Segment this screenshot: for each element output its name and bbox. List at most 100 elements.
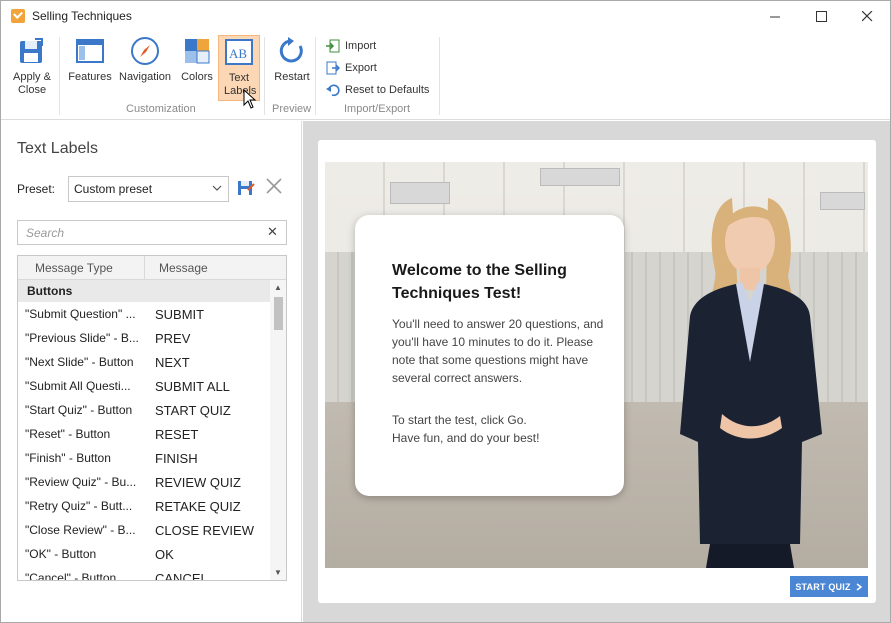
labels-grid: Message Type Message Buttons "Submit Que… xyxy=(17,255,287,581)
welcome-line-2: Have fun, and do your best! xyxy=(392,431,540,445)
ribbon-separator xyxy=(264,37,265,115)
scroll-down-icon[interactable]: ▼ xyxy=(274,568,282,577)
preview-area: Welcome to the Selling Techniques Test! … xyxy=(303,121,890,622)
group-label-import-export: Import/Export xyxy=(344,103,411,115)
clear-search-icon[interactable]: ✕ xyxy=(267,224,278,240)
start-quiz-button[interactable]: START QUIZ xyxy=(790,576,868,597)
message-cell[interactable]: OK xyxy=(153,547,174,562)
restart-button[interactable]: Restart xyxy=(270,35,314,101)
export-icon xyxy=(326,61,340,75)
table-row[interactable]: "OK" - Button OK xyxy=(18,542,270,566)
import-label: Import xyxy=(345,40,377,52)
colors-label: Colors xyxy=(181,71,213,83)
message-cell[interactable]: RETAKE QUIZ xyxy=(153,499,241,514)
scroll-thumb[interactable] xyxy=(274,297,283,330)
delete-icon xyxy=(266,178,282,194)
title-bar: Selling Techniques xyxy=(1,1,890,31)
group-label-customization: Customization xyxy=(126,103,196,115)
color-palette-icon xyxy=(181,35,213,67)
preset-dropdown[interactable]: Custom preset xyxy=(68,176,229,202)
table-row[interactable]: "Submit All Questi... SUBMIT ALL xyxy=(18,374,270,398)
message-type-cell: "Start Quiz" - Button xyxy=(25,403,133,417)
presenter-person xyxy=(680,198,822,568)
grid-scrollbar[interactable]: ▲ ▼ xyxy=(270,280,286,580)
apply-close-button[interactable]: Apply & Close xyxy=(7,35,57,101)
window-controls xyxy=(752,1,890,31)
apply-close-label: Apply & Close xyxy=(13,71,51,96)
minimize-button[interactable] xyxy=(752,1,798,31)
reset-defaults-label: Reset to Defaults xyxy=(345,84,430,96)
table-row[interactable]: "Review Quiz" - Bu... REVIEW QUIZ xyxy=(18,470,270,494)
column-header-message[interactable]: Message xyxy=(145,256,208,279)
message-type-cell: "Next Slide" - Button xyxy=(25,355,134,369)
save-preset-button[interactable] xyxy=(237,179,255,197)
message-type-cell: "OK" - Button xyxy=(25,547,97,561)
features-button[interactable]: Features xyxy=(65,35,115,101)
table-row[interactable]: "Next Slide" - Button NEXT xyxy=(18,350,270,374)
import-button[interactable]: Import xyxy=(326,36,376,56)
navigation-label: Navigation xyxy=(119,71,171,83)
table-row[interactable]: "Retry Quiz" - Butt... RETAKE QUIZ xyxy=(18,494,270,518)
table-row[interactable]: "Close Review" - B... CLOSE REVIEW xyxy=(18,518,270,542)
features-label: Features xyxy=(68,71,112,83)
mouse-cursor-icon xyxy=(243,89,257,109)
message-cell[interactable]: PREV xyxy=(153,331,190,346)
welcome-body: You'll need to answer 20 questions, and … xyxy=(392,317,604,385)
message-cell[interactable]: RESET xyxy=(153,427,198,442)
group-row-buttons[interactable]: Buttons xyxy=(18,280,270,302)
message-cell[interactable]: CANCEL xyxy=(153,571,208,581)
window-title: Selling Techniques xyxy=(32,9,132,23)
table-row[interactable]: "Previous Slide" - B... PREV xyxy=(18,326,270,350)
features-icon xyxy=(74,35,106,67)
reset-defaults-button[interactable]: Reset to Defaults xyxy=(326,80,429,100)
undo-icon xyxy=(326,83,340,97)
app-logo-icon xyxy=(11,9,25,23)
table-row[interactable]: "Reset" - Button RESET xyxy=(18,422,270,446)
message-cell[interactable]: SUBMIT ALL xyxy=(153,379,230,394)
grid-header: Message Type Message xyxy=(18,256,286,280)
ribbon-separator xyxy=(315,37,316,115)
delete-preset-button[interactable] xyxy=(265,177,283,195)
maximize-icon xyxy=(815,10,827,22)
colors-button[interactable]: Colors xyxy=(177,35,217,101)
table-row[interactable]: "Finish" - Button FINISH xyxy=(18,446,270,470)
export-button[interactable]: Export xyxy=(326,58,377,78)
message-cell[interactable]: SUBMIT xyxy=(153,307,204,322)
close-icon xyxy=(861,10,872,21)
preset-label: Preset: xyxy=(17,182,56,196)
message-type-cell: "Close Review" - B... xyxy=(25,523,136,537)
text-labels-panel: Text Labels Preset: Custom preset Search… xyxy=(1,121,302,622)
maximize-button[interactable] xyxy=(798,1,844,31)
panel-title: Text Labels xyxy=(17,140,98,157)
chevron-right-icon xyxy=(856,582,862,591)
save-preset-icon xyxy=(238,181,255,195)
text-labels-icon: AB xyxy=(223,36,255,68)
restart-icon xyxy=(276,35,308,67)
import-icon xyxy=(326,39,340,53)
message-type-cell: "Review Quiz" - Bu... xyxy=(25,475,137,489)
welcome-title: Welcome to the Selling Techniques Test! xyxy=(392,262,567,302)
message-cell[interactable]: NEXT xyxy=(153,355,190,370)
message-type-cell: "Submit All Questi... xyxy=(25,379,131,393)
quiz-intro-slide: Welcome to the Selling Techniques Test! … xyxy=(325,162,868,568)
message-type-cell: "Retry Quiz" - Butt... xyxy=(25,499,133,513)
column-header-message-type[interactable]: Message Type xyxy=(18,256,145,279)
close-window-button[interactable] xyxy=(844,1,890,31)
message-cell[interactable]: CLOSE REVIEW xyxy=(153,523,254,538)
compass-icon xyxy=(129,35,161,67)
scroll-up-icon[interactable]: ▲ xyxy=(274,283,282,292)
restart-label: Restart xyxy=(274,71,310,83)
search-input[interactable]: Search xyxy=(17,220,287,245)
table-row[interactable]: "Submit Question" ... SUBMIT xyxy=(18,302,270,326)
table-row[interactable]: "Start Quiz" - Button START QUIZ xyxy=(18,398,270,422)
minimize-icon xyxy=(769,16,780,17)
preset-value: Custom preset xyxy=(74,182,153,196)
table-row[interactable]: "Cancel" - Button CANCEL xyxy=(18,566,270,581)
message-cell[interactable]: REVIEW QUIZ xyxy=(153,475,241,490)
message-type-cell: "Submit Question" ... xyxy=(25,307,136,321)
welcome-line-1: To start the test, click Go. xyxy=(392,413,527,427)
navigation-button[interactable]: Navigation xyxy=(115,35,175,101)
message-cell[interactable]: START QUIZ xyxy=(153,403,231,418)
message-cell[interactable]: FINISH xyxy=(153,451,198,466)
export-label: Export xyxy=(345,62,377,74)
